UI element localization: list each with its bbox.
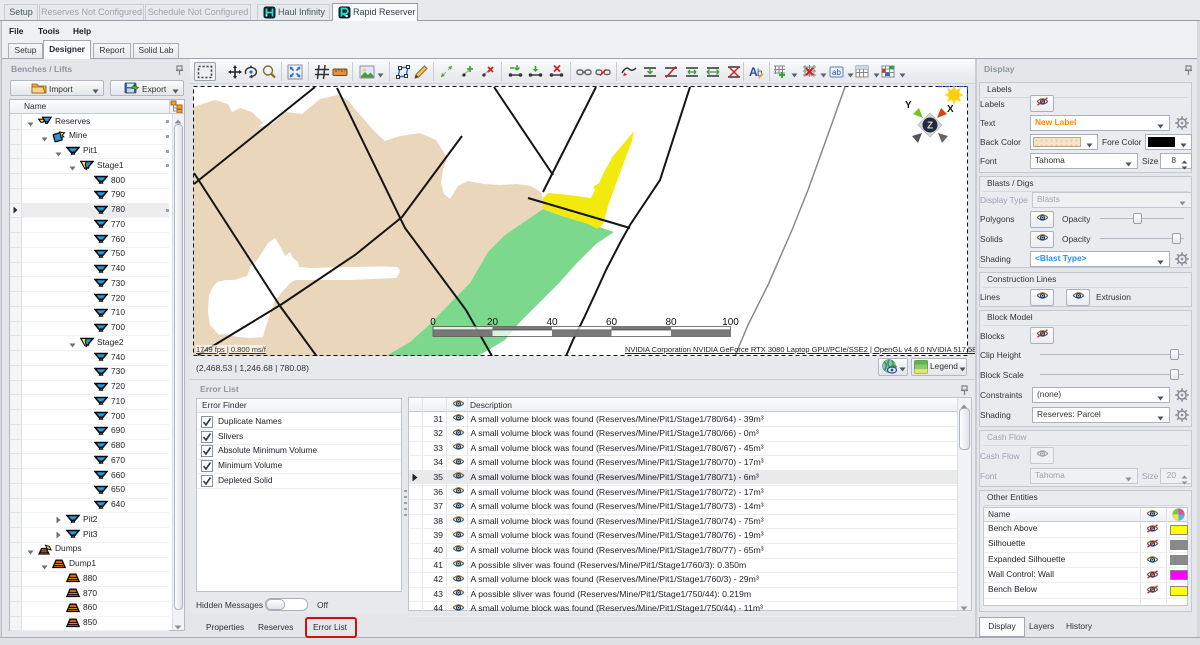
svg-text:ab: ab [832,68,841,77]
svg-text:Z: Z [927,121,933,132]
svg-text:X: X [947,104,954,115]
svg-text:Y: Y [905,100,912,111]
